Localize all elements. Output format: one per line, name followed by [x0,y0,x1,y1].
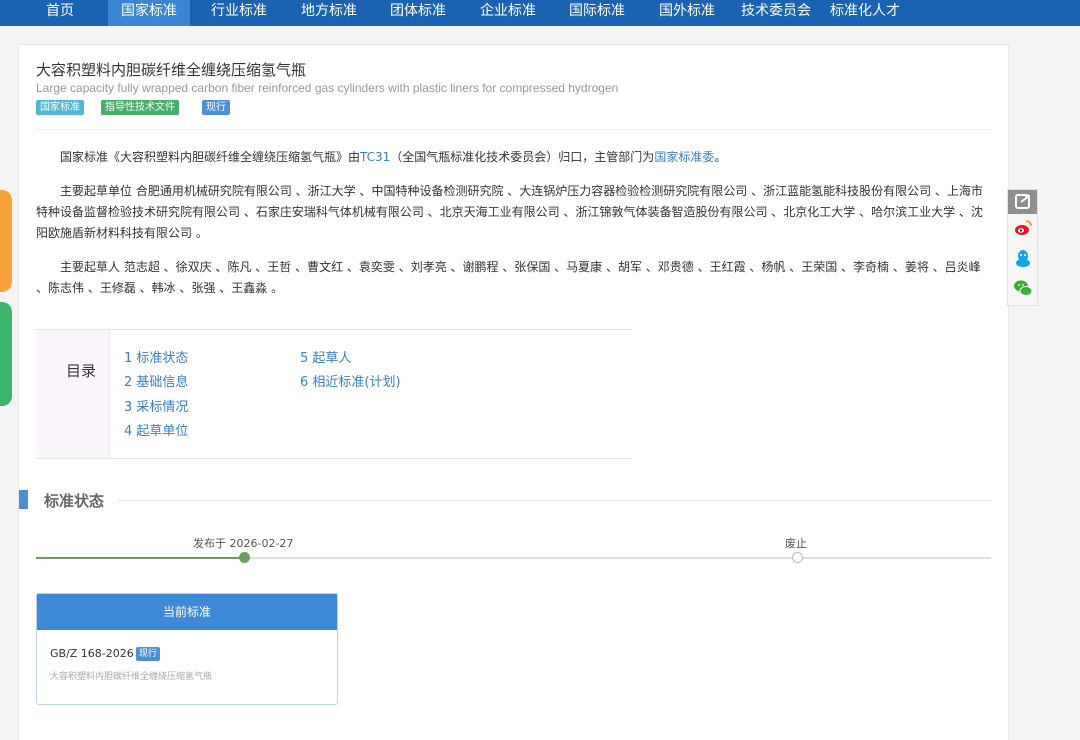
nav-group-standard[interactable]: 团体标准 [379,0,457,26]
current-standard-status-badge: 现行 [136,647,161,661]
timeline-abolished-dot [792,552,803,563]
tag-guidance-document: 指导性技术文件 [101,100,179,115]
share-toggle-button[interactable] [1008,190,1037,214]
wechat-icon[interactable] [1013,278,1033,298]
timeline-published-dot [239,552,250,563]
weibo-icon[interactable] [1013,218,1033,238]
share-toolbar [1007,189,1038,306]
drafting-units-paragraph: 主要起草单位 合肥通用机械研究院有限公司 、浙江大学 、中国特种设备检测研究院 … [36,181,991,244]
qq-icon[interactable] [1013,248,1033,268]
nav-national-standard[interactable]: 国家标准 [108,0,190,26]
table-of-contents: 目录 1 标准状态 2 基础信息 3 采标情况 4 起草单位 5 起草人 6 相… [36,329,632,459]
nav-foreign-standard[interactable]: 国外标准 [648,0,726,26]
nav-technical-committee[interactable]: 技术委员会 [736,0,816,26]
nav-home[interactable]: 首页 [30,0,90,26]
nav-international-standard[interactable]: 国际标准 [558,0,636,26]
divider [36,129,991,130]
page-title: 大容积塑料内胆碳纤维全缠绕压缩氢气瓶 [36,61,307,79]
tag-national-standard: 国家标准 [36,100,84,115]
toc-item-drafting-units[interactable]: 4 起草单位 [124,420,188,439]
timeline-progress [36,557,244,559]
toc-item-adoption[interactable]: 3 采标情况 [124,396,188,415]
page-subtitle-en: Large capacity fully wrapped carbon fibe… [36,81,619,95]
toc-item-drafters[interactable]: 5 起草人 [300,347,351,366]
current-standard-name: 大容积塑料内胆碳纤维全缠绕压缩氢气瓶 [50,672,213,682]
intro-text-mid: （全国气瓶标准化技术委员会）归口，主管部门为 [390,150,655,164]
section-title: 标准状态 [44,492,105,510]
drafters-paragraph: 主要起草人 范志超 、徐双庆 、陈凡 、王哲 、曹文红 、袁奕雯 、刘孝亮 、谢… [36,257,991,299]
tc-link[interactable]: TC31 [360,150,390,164]
current-standard-header: 当前标准 [37,594,337,630]
tag-status-current: 现行 [202,100,230,115]
toc-label-box: 目录 [36,330,110,458]
nav-industry-standard[interactable]: 行业标准 [200,0,278,26]
drafters-text: 主要起草人 范志超 、徐双庆 、陈凡 、王哲 、曹文红 、袁奕雯 、刘孝亮 、谢… [36,260,981,295]
timeline-abolished-label: 废止 [785,537,807,550]
toc-item-status[interactable]: 1 标准状态 [124,347,188,366]
intro-text-post: 。 [714,150,727,164]
section-marker [19,490,28,509]
section-divider [118,500,991,501]
toc-item-similar-standards[interactable]: 6 相近标准(计划) [300,371,401,390]
top-nav: 首页 国家标准 行业标准 地方标准 团体标准 企业标准 国际标准 国外标准 技术… [0,0,1080,26]
left-float-tab-orange[interactable] [0,190,12,292]
intro-text-pre: 国家标准《大容积塑料内胆碳纤维全缠绕压缩氢气瓶》由 [60,150,361,164]
timeline-published-label: 发布于 2026-02-27 [193,537,294,550]
nav-enterprise-standard[interactable]: 企业标准 [469,0,547,26]
current-standard-code[interactable]: GB/Z 168-2026 [50,647,134,660]
left-float-tab-green[interactable] [0,302,12,406]
nav-local-standard[interactable]: 地方标准 [290,0,368,26]
intro-paragraph: 国家标准《大容积塑料内胆碳纤维全缠绕压缩氢气瓶》由TC31（全国气瓶标准化技术委… [36,147,991,168]
current-standard-card[interactable]: 当前标准 GB/Z 168-2026 现行 大容积塑料内胆碳纤维全缠绕压缩氢气瓶 [36,593,338,705]
share-arrow-icon [1015,194,1030,209]
toc-label: 目录 [66,362,97,380]
drafting-units-text: 主要起草单位 合肥通用机械研究院有限公司 、浙江大学 、中国特种设备检测研究院 … [36,184,983,240]
nav-standardization-talent[interactable]: 标准化人才 [825,0,905,26]
toc-item-basic-info[interactable]: 2 基础信息 [124,371,188,390]
department-link[interactable]: 国家标准委 [654,150,714,164]
